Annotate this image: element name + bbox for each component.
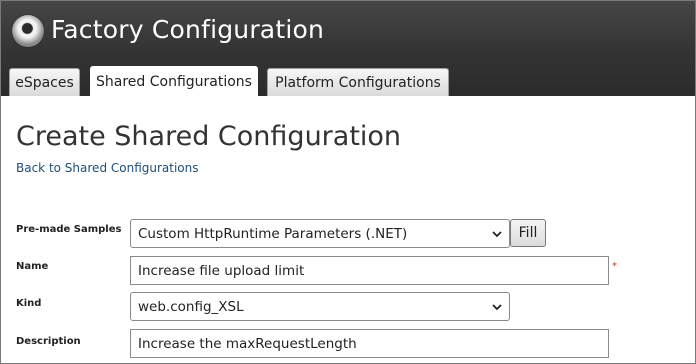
chevron-down-icon — [492, 303, 502, 310]
back-to-shared-configurations-link[interactable]: Back to Shared Configurations — [16, 161, 199, 175]
kind-value: web.config_XSL — [138, 298, 244, 315]
name-label: Name — [16, 261, 49, 272]
fill-button[interactable]: Fill — [510, 219, 546, 247]
app-window: Factory Configuration eSpaces Shared Con… — [0, 0, 696, 364]
kind-label: Kind — [16, 298, 42, 309]
premade-samples-label: Pre-made Samples — [16, 224, 122, 235]
app-header: Factory Configuration eSpaces Shared Con… — [1, 1, 695, 97]
premade-samples-value: Custom HttpRuntime Parameters (.NET) — [138, 225, 408, 242]
app-title: Factory Configuration — [51, 15, 325, 44]
description-input[interactable]: Increase the maxRequestLength — [130, 329, 609, 358]
required-marker: * — [612, 261, 617, 272]
tab-espaces[interactable]: eSpaces — [9, 68, 80, 97]
tab-platform-configurations[interactable]: Platform Configurations — [267, 68, 449, 97]
chevron-down-icon — [492, 230, 502, 237]
tab-shared-configurations[interactable]: Shared Configurations — [90, 66, 258, 97]
description-label: Description — [16, 336, 81, 347]
page-title: Create Shared Configuration — [16, 121, 402, 152]
kind-select[interactable]: web.config_XSL — [130, 292, 510, 321]
name-input[interactable]: Increase file upload limit — [130, 256, 609, 285]
factory-logo-icon — [12, 15, 44, 47]
premade-samples-select[interactable]: Custom HttpRuntime Parameters (.NET) — [130, 219, 510, 248]
main-content: Create Shared Configuration Back to Shar… — [1, 96, 695, 363]
